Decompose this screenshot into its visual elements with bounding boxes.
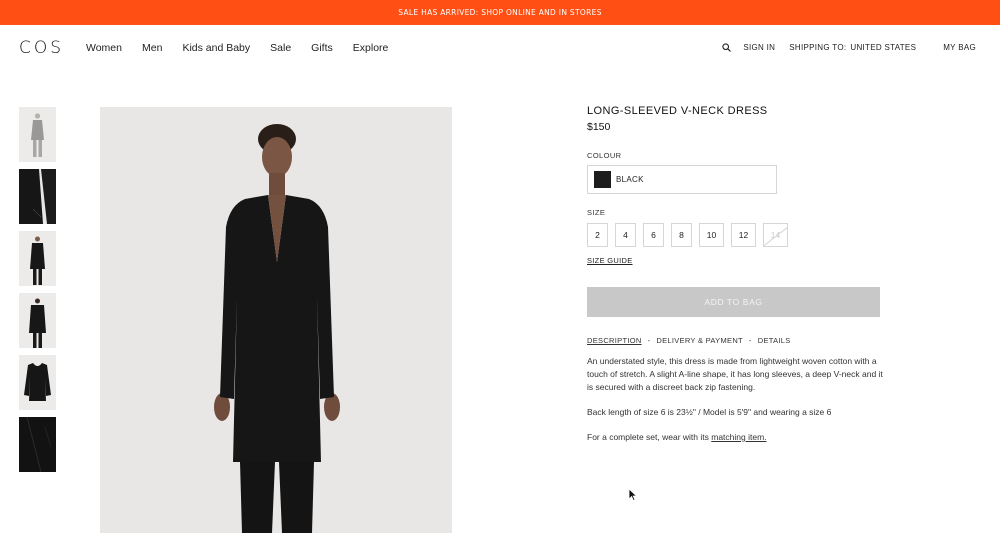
colour-swatch bbox=[594, 171, 611, 188]
nav-sale[interactable]: Sale bbox=[270, 42, 291, 54]
colour-value: BLACK bbox=[616, 175, 644, 184]
shipping-selector[interactable]: SHIPPING TO: UNITED STATES bbox=[789, 43, 916, 52]
model-illustration bbox=[100, 107, 452, 533]
colour-label: COLOUR bbox=[587, 151, 622, 160]
size-option-12[interactable]: 12 bbox=[731, 223, 756, 247]
thumbnail-list bbox=[19, 107, 56, 479]
size-guide-link[interactable]: SIZE GUIDE bbox=[587, 256, 633, 265]
promo-banner[interactable]: SALE HAS ARRIVED: SHOP ONLINE AND IN STO… bbox=[0, 0, 1000, 25]
product-price: $150 bbox=[587, 121, 611, 133]
colour-selector[interactable]: BLACK bbox=[587, 165, 777, 194]
matching-item-link[interactable]: matching item. bbox=[711, 432, 766, 442]
promo-text: SALE HAS ARRIVED: SHOP ONLINE AND IN STO… bbox=[398, 8, 602, 17]
size-options: 2 4 6 8 10 12 14 bbox=[587, 223, 795, 247]
description-panel: An understated style, this dress is made… bbox=[587, 355, 887, 456]
tab-delivery-payment[interactable]: DELIVERY & PAYMENT bbox=[656, 336, 743, 345]
back-length-text: Back length of size 6 is 23½" / Model is… bbox=[587, 407, 832, 417]
thumbnail-2[interactable] bbox=[19, 169, 56, 224]
sign-in-link[interactable]: SIGN IN bbox=[743, 43, 775, 52]
size-label: SIZE bbox=[587, 208, 606, 217]
header-actions: SIGN IN SHIPPING TO: UNITED STATES MY BAG bbox=[722, 43, 976, 52]
size-option-6[interactable]: 6 bbox=[643, 223, 664, 247]
product-title: LONG-SLEEVED V-NECK DRESS bbox=[587, 105, 768, 117]
thumbnail-5[interactable] bbox=[19, 355, 56, 410]
size-option-2[interactable]: 2 bbox=[587, 223, 608, 247]
thumbnail-1[interactable] bbox=[19, 107, 56, 162]
main-nav: Women Men Kids and Baby Sale Gifts Explo… bbox=[86, 42, 408, 54]
logo[interactable]: COS bbox=[19, 38, 64, 58]
mouse-cursor-icon bbox=[628, 488, 638, 502]
product-main-image[interactable] bbox=[100, 107, 452, 533]
thumbnail-4[interactable] bbox=[19, 293, 56, 348]
thumbnail-6[interactable] bbox=[19, 417, 56, 472]
size-option-8[interactable]: 8 bbox=[671, 223, 692, 247]
description-text: An understated style, this dress is made… bbox=[587, 356, 883, 392]
info-tabs: DESCRIPTION - DELIVERY & PAYMENT - DETAI… bbox=[587, 336, 791, 345]
size-option-14-unavailable[interactable]: 14 bbox=[763, 223, 788, 247]
complete-set-text: For a complete set, wear with its matchi… bbox=[587, 431, 887, 444]
site-header: COS Women Men Kids and Baby Sale Gifts E… bbox=[0, 25, 1000, 71]
tab-details[interactable]: DETAILS bbox=[758, 336, 791, 345]
size-option-4[interactable]: 4 bbox=[615, 223, 636, 247]
nav-women[interactable]: Women bbox=[86, 42, 122, 54]
nav-kids-and-baby[interactable]: Kids and Baby bbox=[182, 42, 250, 54]
nav-explore[interactable]: Explore bbox=[353, 42, 389, 54]
size-option-10[interactable]: 10 bbox=[699, 223, 724, 247]
complete-set-prefix: For a complete set, wear with its bbox=[587, 432, 712, 442]
tab-separator: - bbox=[647, 336, 651, 345]
tab-description[interactable]: DESCRIPTION bbox=[587, 336, 642, 345]
shipping-label: SHIPPING TO: bbox=[789, 43, 847, 52]
nav-men[interactable]: Men bbox=[142, 42, 162, 54]
thumbnail-3[interactable] bbox=[19, 231, 56, 286]
my-bag-link[interactable]: MY BAG bbox=[943, 43, 976, 52]
add-to-bag-button[interactable]: ADD TO BAG bbox=[587, 287, 880, 317]
product-details: LONG-SLEEVED V-NECK DRESS $150 COLOUR BL… bbox=[587, 105, 887, 442]
nav-gifts[interactable]: Gifts bbox=[311, 42, 333, 54]
search-icon[interactable] bbox=[722, 43, 732, 52]
tab-separator: - bbox=[748, 336, 752, 345]
shipping-value: UNITED STATES bbox=[850, 43, 917, 52]
